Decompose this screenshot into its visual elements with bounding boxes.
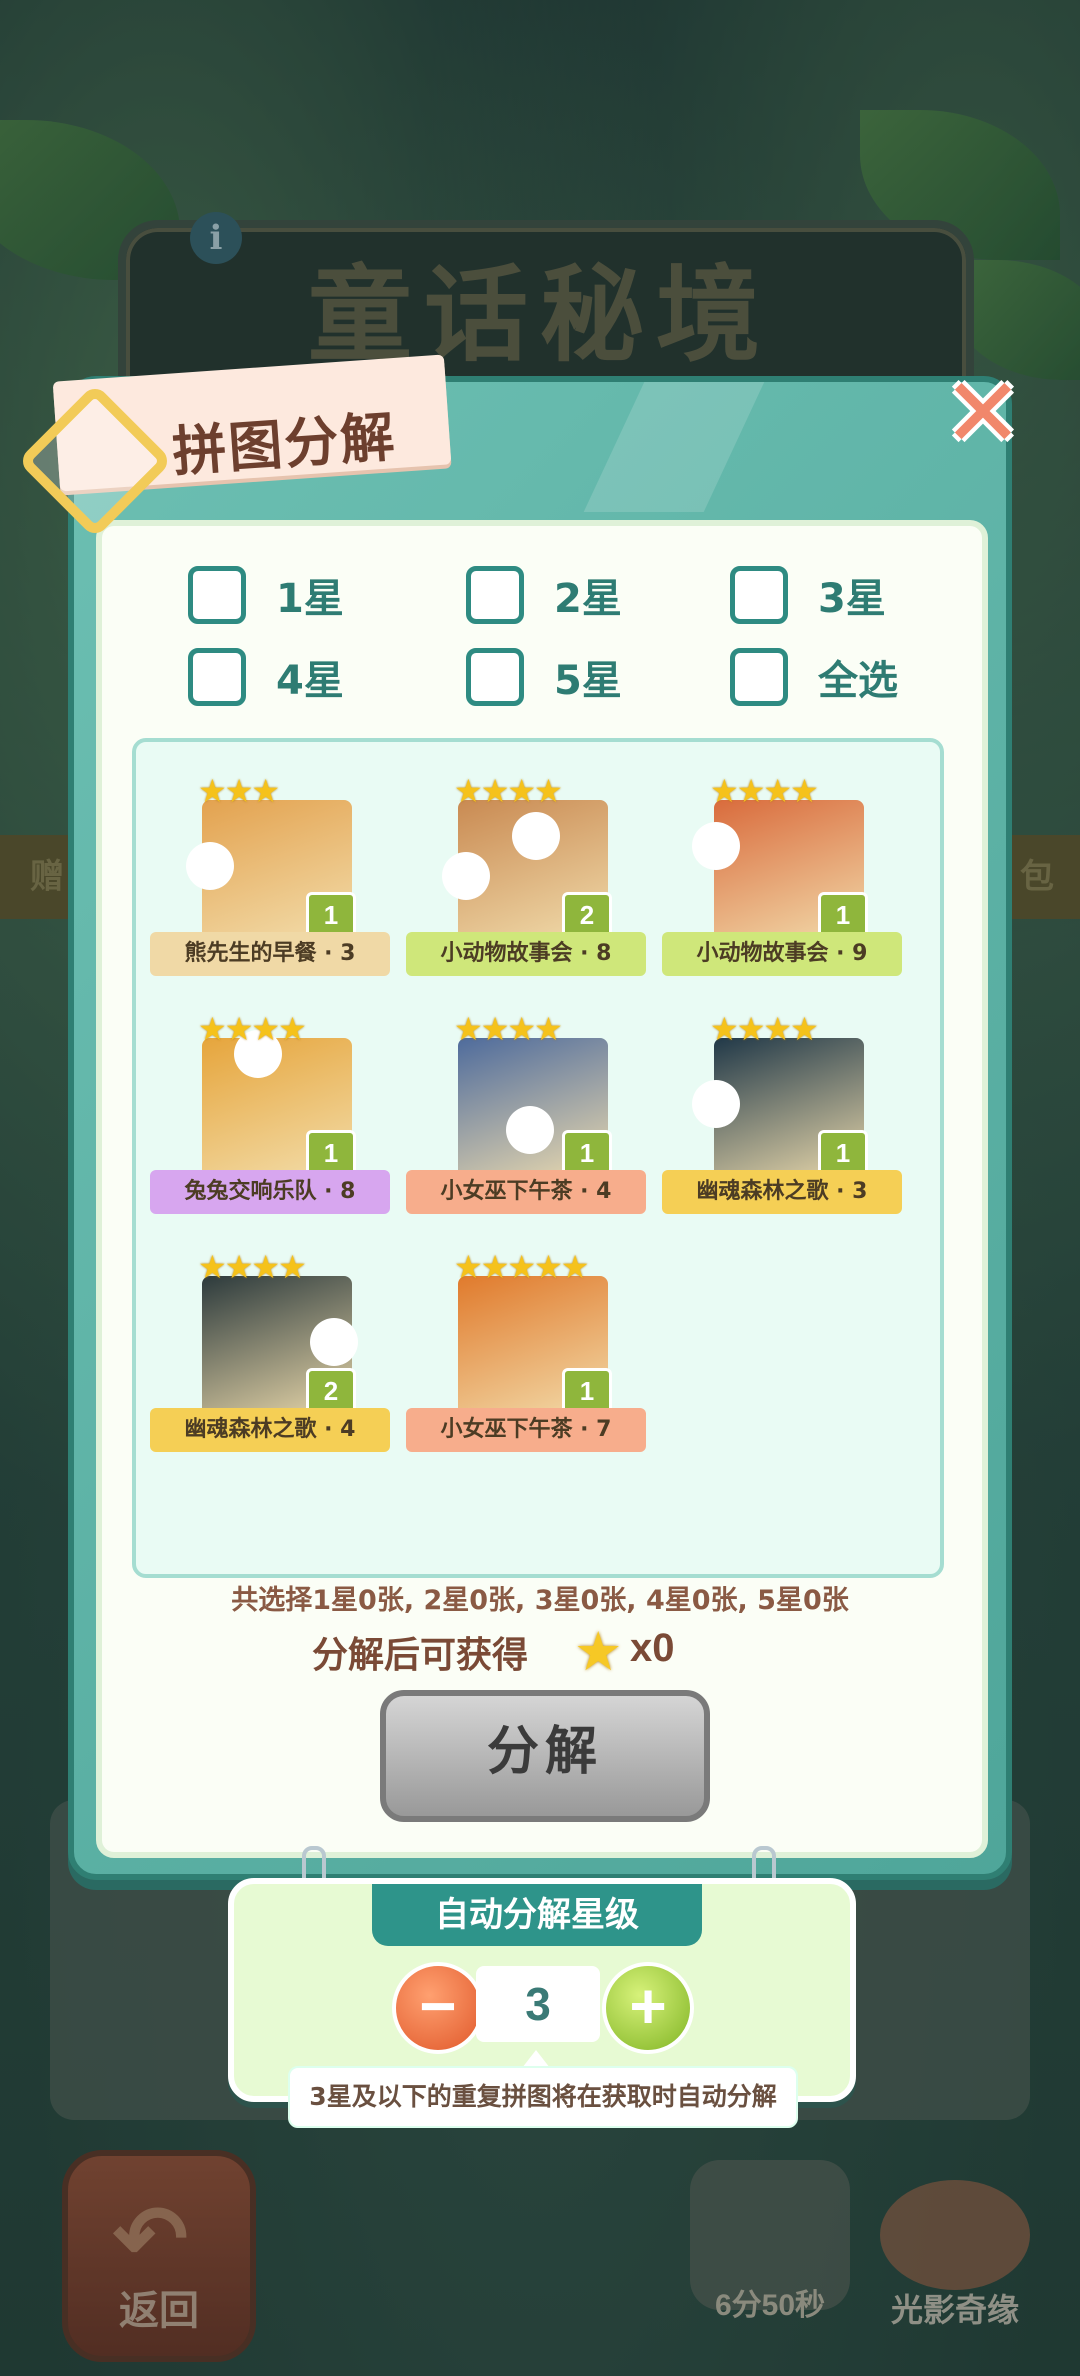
checkbox[interactable] [188, 648, 246, 706]
minus-button[interactable]: − [392, 1962, 484, 2054]
puzzle-card[interactable]: ★★★★ 1 兔兔交响乐队 · 8 [150, 1010, 390, 1240]
puzzle-notch [310, 1318, 358, 1366]
puzzle-card[interactable]: ★★★★ 2 小动物故事会 · 8 [406, 772, 646, 1002]
card-label: 幽魂森林之歌 · 4 [150, 1408, 390, 1452]
puzzle-card[interactable]: ★★★★★ 1 小女巫下午茶 · 7 [406, 1248, 646, 1478]
filter-label: 2星 [554, 576, 622, 622]
selection-summary: 共选择1星0张, 2星0张, 3星0张, 4星0张, 5星0张 [231, 1585, 849, 1616]
card-label: 兔兔交响乐队 · 8 [150, 1170, 390, 1214]
filter-label: 全选 [818, 658, 898, 704]
card-label: 小女巫下午茶 · 4 [406, 1170, 646, 1214]
decompose-button[interactable]: 分解 [380, 1690, 710, 1822]
puzzle-notch [692, 822, 740, 870]
checkbox[interactable] [730, 566, 788, 624]
star-rating: ★★★★ [454, 1010, 563, 1048]
puzzle-card[interactable]: ★★★★ 2 幽魂森林之歌 · 4 [150, 1248, 390, 1478]
close-icon[interactable]: ✕ [940, 365, 1026, 461]
auto-decompose-tip: 3星及以下的重复拼图将在获取时自动分解 [288, 2066, 798, 2128]
star-rating: ★★★ [198, 772, 280, 810]
star-rating: ★★★★ [198, 1248, 307, 1286]
auto-decompose-title: 自动分解星级 [372, 1884, 702, 1946]
card-label: 小动物故事会 · 9 [662, 932, 902, 976]
plus-button[interactable]: + [602, 1962, 694, 2054]
filter-select-all[interactable]: 全选 [730, 648, 898, 706]
puzzle-notch [442, 852, 490, 900]
star-rating: ★★★★ [710, 1010, 819, 1048]
card-label: 小女巫下午茶 · 7 [406, 1408, 646, 1452]
filter-label: 5星 [554, 658, 622, 704]
filter-2star[interactable]: 2星 [466, 566, 622, 624]
reward-label: 分解后可获得 [312, 1635, 529, 1676]
checkbox[interactable] [466, 648, 524, 706]
checkbox[interactable] [466, 566, 524, 624]
star-rating: ★★★★ [198, 1010, 307, 1048]
filter-label: 1星 [276, 576, 344, 622]
reward-count: x0 [630, 1626, 675, 1670]
puzzle-notch [186, 842, 234, 890]
filter-label: 4星 [276, 658, 344, 704]
star-rating: ★★★★★ [454, 1248, 589, 1286]
puzzle-card[interactable]: ★★★★ 1 小女巫下午茶 · 4 [406, 1010, 646, 1240]
card-label: 幽魂森林之歌 · 3 [662, 1170, 902, 1214]
filter-1star[interactable]: 1星 [188, 566, 344, 624]
card-label: 小动物故事会 · 8 [406, 932, 646, 976]
star-level-value: 3 [476, 1966, 600, 2042]
card-label: 熊先生的早餐 · 3 [150, 932, 390, 976]
star-rating: ★★★★ [710, 772, 819, 810]
checkbox[interactable] [188, 566, 246, 624]
filter-label: 3星 [818, 576, 886, 622]
filter-4star[interactable]: 4星 [188, 648, 344, 706]
dialog-stripe [583, 382, 765, 512]
puzzle-notch [692, 1080, 740, 1128]
puzzle-card[interactable]: ★★★ 1 熊先生的早餐 · 3 [150, 772, 390, 1002]
star-rating: ★★★★ [454, 772, 563, 810]
puzzle-notch [512, 812, 560, 860]
puzzle-notch [506, 1106, 554, 1154]
star-icon: ★ [574, 1620, 623, 1683]
dialog-title: 拼图分解 [170, 405, 399, 484]
filter-3star[interactable]: 3星 [730, 566, 886, 624]
filter-5star[interactable]: 5星 [466, 648, 622, 706]
puzzle-card[interactable]: ★★★★ 1 幽魂森林之歌 · 3 [662, 1010, 902, 1240]
puzzle-card[interactable]: ★★★★ 1 小动物故事会 · 9 [662, 772, 902, 1002]
checkbox[interactable] [730, 648, 788, 706]
